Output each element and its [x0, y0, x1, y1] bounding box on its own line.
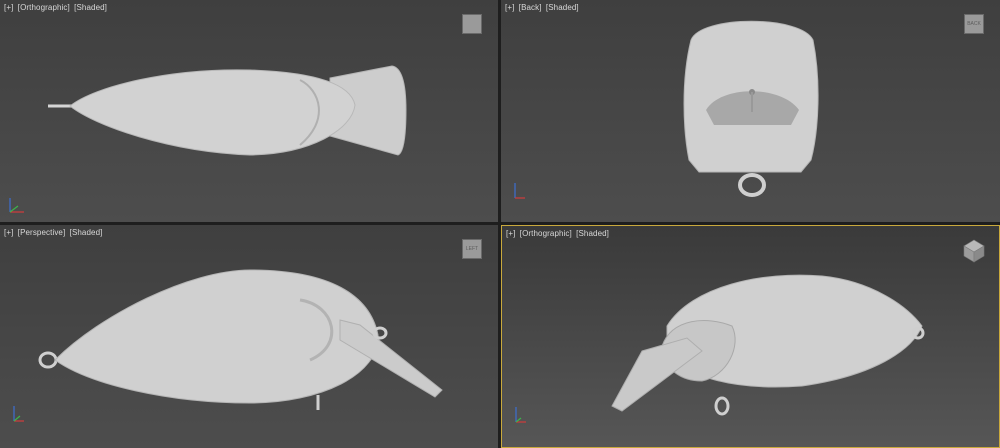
axis-tripod-icon [515, 407, 526, 423]
viewport-grid: [+] [Orthographic] [Shaded] [+] [Back] [… [0, 0, 1000, 448]
lure-orthographic-view [611, 274, 925, 416]
axis-tripod-icon [9, 198, 24, 213]
axis-tripod-icon [514, 183, 525, 199]
lure-back-view [683, 20, 819, 197]
viewport-top-right[interactable]: [+] [Back] [Shaded] BACK [501, 0, 1000, 222]
lure-perspective-view [38, 269, 443, 410]
viewport-bottom-right[interactable]: [+] [Orthographic] [Shaded] [501, 225, 1000, 448]
viewport-top-left[interactable]: [+] [Orthographic] [Shaded] [0, 0, 498, 222]
axis-tripod-icon [13, 406, 24, 422]
lure-top-view [48, 65, 407, 156]
viewport-bottom-left[interactable]: [+] [Perspective] [Shaded] LEFT [0, 225, 498, 448]
